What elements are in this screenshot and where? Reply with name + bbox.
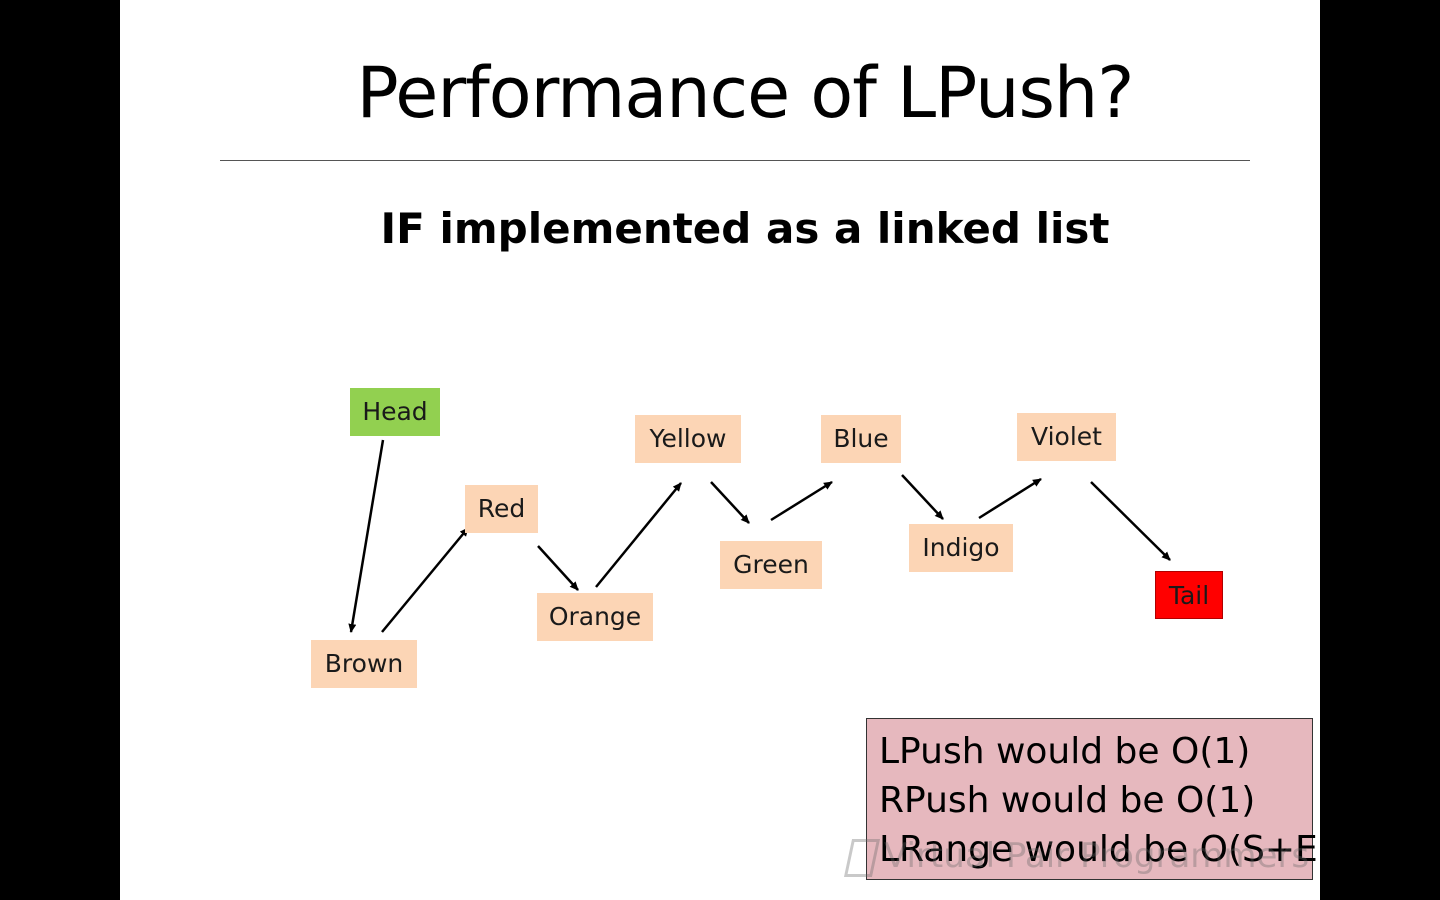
node-red: Red: [465, 485, 538, 533]
node-indigo: Indigo: [909, 524, 1013, 572]
node-brown: Brown: [311, 640, 417, 688]
slide: Performance of LPush? IF implemented as …: [120, 0, 1320, 900]
node-tail: Tail: [1155, 571, 1223, 619]
arrow-red-to-orange: [537, 545, 579, 591]
node-head: Head: [350, 388, 440, 436]
arrow-indigo-to-violet: [978, 477, 1042, 520]
complexity-note: LPush would be O(1) RPush would be O(1) …: [866, 718, 1320, 880]
arrow-green-to-blue: [770, 480, 833, 522]
node-blue: Blue: [821, 415, 901, 463]
arrow-blue-to-indigo: [901, 474, 944, 520]
arrow-orange-to-yellow: [595, 482, 682, 588]
node-yellow: Yellow: [635, 415, 741, 463]
node-violet: Violet: [1017, 413, 1116, 461]
note-line-rpush: RPush would be O(1): [879, 780, 1256, 821]
arrow-yellow-to-green: [710, 481, 750, 524]
arrow-brown-to-red: [381, 527, 469, 633]
arrow-violet-to-tail: [1090, 481, 1171, 561]
note-line-lrange: LRange would be O(S+E): [879, 829, 1320, 870]
node-green: Green: [720, 541, 822, 589]
arrow-head-to-brown: [348, 439, 385, 633]
node-orange: Orange: [537, 593, 653, 641]
note-line-lpush: LPush would be O(1): [879, 731, 1251, 772]
